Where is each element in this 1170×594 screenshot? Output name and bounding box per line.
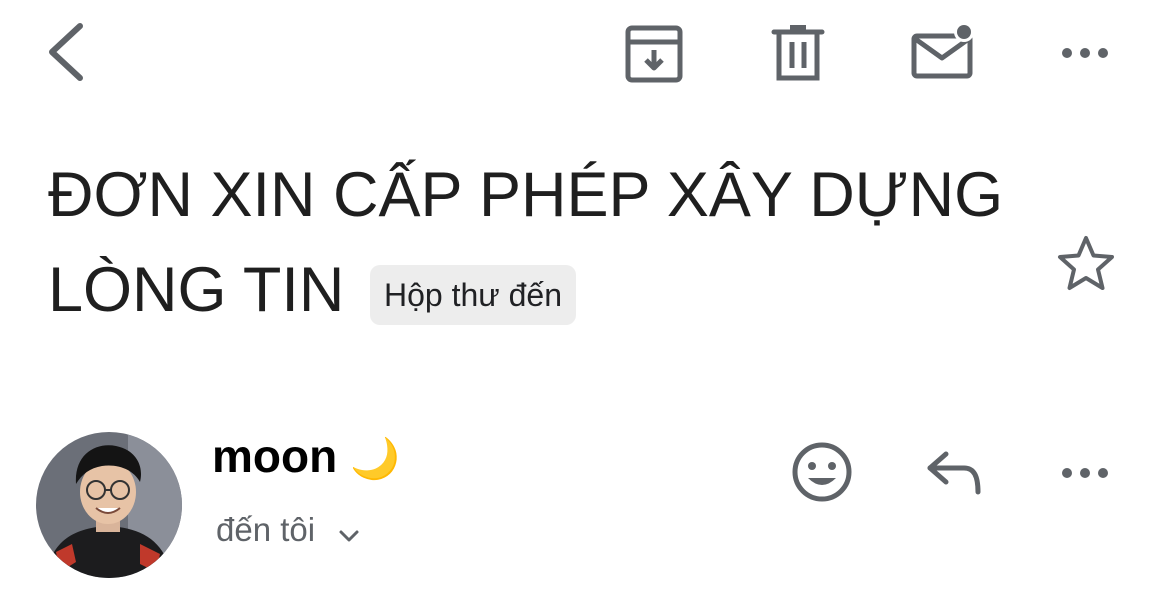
sender-name[interactable]: moon 🌙 bbox=[212, 430, 400, 485]
email-subject-line-1: ĐƠN XIN CẤP PHÉP XÂY DỰNG bbox=[48, 160, 1004, 230]
more-options-button[interactable] bbox=[1056, 36, 1114, 70]
more-horizontal-icon bbox=[1062, 48, 1108, 58]
email-subject-line-2: LÒNG TIN bbox=[48, 255, 345, 325]
avatar-photo bbox=[36, 432, 182, 578]
star-button[interactable] bbox=[1054, 232, 1118, 296]
chevron-down-icon bbox=[338, 512, 360, 552]
archive-icon bbox=[625, 25, 683, 83]
reply-button[interactable] bbox=[922, 446, 986, 500]
mail-unread-icon bbox=[911, 22, 974, 79]
recipient-text: đến tôi bbox=[216, 511, 316, 548]
recipient-toggle[interactable]: đến tôi bbox=[216, 510, 360, 552]
sender-avatar[interactable] bbox=[36, 432, 182, 578]
message-more-button[interactable] bbox=[1056, 456, 1114, 490]
delete-button[interactable] bbox=[768, 20, 828, 86]
star-outline-icon bbox=[1058, 236, 1114, 290]
reply-icon bbox=[927, 451, 981, 495]
smiley-icon bbox=[792, 442, 852, 502]
inbox-label-chip[interactable]: Hộp thư đến bbox=[370, 265, 576, 325]
moon-emoji-icon: 🌙 bbox=[349, 437, 400, 481]
mark-unread-button[interactable] bbox=[906, 18, 978, 84]
chevron-left-icon bbox=[49, 23, 83, 81]
trash-icon bbox=[771, 25, 825, 81]
sender-name-text: moon bbox=[212, 430, 338, 482]
add-reaction-button[interactable] bbox=[790, 440, 854, 504]
archive-button[interactable] bbox=[620, 20, 686, 86]
back-button[interactable] bbox=[40, 18, 92, 86]
more-horizontal-icon bbox=[1062, 468, 1108, 478]
